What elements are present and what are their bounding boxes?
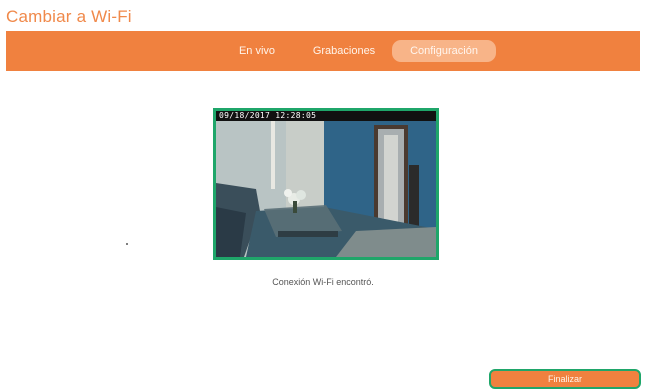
finish-button[interactable]: Finalizar: [489, 369, 641, 389]
timestamp-bar: 09/18/2017 12:28:05: [216, 111, 436, 121]
tab-recordings[interactable]: Grabaciones: [304, 40, 384, 62]
camera-preview: 09/18/2017 12:28:05: [213, 108, 439, 260]
nav-tabs: En vivo Grabaciones Configuración: [6, 40, 640, 62]
tab-settings[interactable]: Configuración: [392, 40, 496, 62]
page-title: Cambiar a Wi-Fi: [6, 7, 132, 26]
tab-live[interactable]: En vivo: [228, 40, 286, 62]
camera-timestamp: 09/18/2017 12:28:05: [219, 111, 317, 120]
stray-dot: [126, 243, 128, 245]
status-message: Conexión Wi-Fi encontró.: [272, 277, 374, 287]
camera-image: [216, 111, 436, 257]
page: Cambiar a Wi-Fi En vivo Grabaciones Conf…: [0, 0, 646, 390]
nav-bar: En vivo Grabaciones Configuración: [6, 31, 640, 71]
